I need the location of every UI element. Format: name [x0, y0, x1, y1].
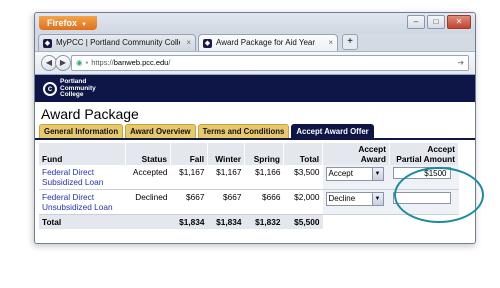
browser-window: Firefox ▼ – □ ✕ ◆ MyPCC | Portland Commun… — [34, 12, 476, 244]
total-blank-award — [322, 214, 390, 229]
page-title: Award Package — [41, 106, 139, 122]
tab-label: MyPCC | Portland Community College — [56, 38, 181, 47]
header-winter: Winter — [207, 143, 245, 165]
partial-amount-input-unsubsidized[interactable] — [392, 192, 451, 204]
award-select-subsidized[interactable]: Accept ▼ — [325, 167, 384, 181]
header-fund: Fund — [39, 143, 126, 165]
total-cell: $3,500 — [283, 165, 323, 190]
tab-accept-award-offer[interactable]: Accept Award Offer — [291, 124, 374, 138]
firefox-menu-label: Firefox — [47, 18, 78, 28]
window-controls: – □ ✕ — [407, 15, 471, 29]
header-total: Total — [283, 143, 323, 165]
url-bar[interactable]: ◉ ▪ https://banweb.pcc.edu/ ➔ — [71, 55, 469, 71]
chevron-down-icon: ▼ — [371, 193, 383, 205]
fund-line2: Unsubsidized Loan — [42, 202, 113, 212]
table-total-row: Total $1,834 $1,834 $1,832 $5,500 — [39, 214, 459, 229]
tab-award-overview[interactable]: Award Overview — [125, 124, 196, 138]
globe-icon: ◉ — [76, 58, 83, 67]
logo-text: Portland Community College — [60, 78, 96, 99]
total-winter: $1,834 — [207, 214, 245, 229]
header-fall: Fall — [170, 143, 208, 165]
tab-label: Award Package for Aid Year — [216, 38, 316, 47]
fund-line1: Federal Direct — [42, 167, 95, 177]
total-cell: $2,000 — [283, 189, 323, 215]
award-select-value: Decline — [328, 194, 356, 203]
header-status: Status — [125, 143, 171, 165]
page-content: c Portland Community College Award Packa… — [35, 75, 475, 243]
header-accept-partial-line1: Accept — [427, 144, 455, 154]
partial-amount-cell — [389, 189, 459, 215]
total-fall: $1,834 — [170, 214, 208, 229]
award-select-cell: Decline ▼ — [322, 189, 390, 215]
total-spring: $1,832 — [244, 214, 284, 229]
site-banner: c Portland Community College — [35, 75, 475, 102]
logo-line-3: College — [60, 91, 84, 98]
navigation-bar: ◀ ▶ ◉ ▪ https://banweb.pcc.edu/ ➔ — [35, 51, 475, 75]
total-label: Total — [39, 214, 126, 229]
partial-amount-cell: $1500 — [389, 165, 459, 190]
spring-cell: $1,166 — [244, 165, 284, 190]
chevron-down-icon: ▼ — [81, 22, 87, 28]
fund-link-subsidized[interactable]: Federal Direct Subsidized Loan — [39, 165, 126, 190]
award-select-cell: Accept ▼ — [322, 165, 390, 190]
pcc-logo-icon: c — [43, 81, 57, 96]
fund-line2: Subsidized Loan — [42, 177, 104, 187]
header-accept-award-line2: Award — [360, 154, 386, 164]
award-select-value: Accept — [328, 169, 353, 178]
header-accept-partial-line2: Partial Amount — [396, 154, 455, 164]
pcc-favicon-icon: ◆ — [43, 38, 52, 48]
winter-cell: $1,167 — [207, 165, 245, 190]
total-total: $5,500 — [283, 214, 323, 229]
maximize-icon[interactable]: □ — [427, 15, 445, 29]
status-cell: Accepted — [125, 165, 171, 190]
table-row: Federal Direct Subsidized Loan Accepted $… — [39, 165, 459, 190]
go-arrow-icon[interactable]: ➔ — [458, 56, 464, 70]
tab-strip: ◆ MyPCC | Portland Community College × ◆… — [35, 33, 475, 51]
tab-terms-and-conditions[interactable]: Terms and Conditions — [197, 124, 290, 138]
award-table: Fund Status Fall Winter Spring Total Acc… — [39, 143, 459, 229]
fall-cell: $667 — [170, 189, 208, 215]
total-blank-partial — [389, 214, 459, 229]
tab-general-information[interactable]: General Information — [39, 124, 124, 138]
new-tab-button[interactable]: + — [342, 34, 358, 50]
table-header-row: Fund Status Fall Winter Spring Total Acc… — [39, 143, 459, 165]
url-prefix: https:// — [91, 58, 114, 67]
award-select-unsubsidized[interactable]: Decline ▼ — [325, 192, 384, 206]
minimize-icon[interactable]: – — [407, 15, 425, 29]
tab-mypcc[interactable]: ◆ MyPCC | Portland Community College × — [38, 34, 196, 51]
total-status-blank — [125, 214, 171, 229]
pcc-favicon-icon: ◆ — [203, 38, 212, 48]
tab-award-package[interactable]: ◆ Award Package for Aid Year × — [198, 34, 338, 51]
header-accept-award: Accept Award — [322, 143, 390, 165]
partial-amount-input-subsidized[interactable]: $1500 — [392, 167, 451, 179]
header-accept-partial: Accept Partial Amount — [389, 143, 459, 165]
title-bar: Firefox ▼ – □ ✕ — [35, 13, 475, 33]
fund-line1: Federal Direct — [42, 192, 95, 202]
lock-icon: ▪ — [85, 58, 89, 67]
fall-cell: $1,167 — [170, 165, 208, 190]
tab-close-icon[interactable]: × — [186, 35, 191, 51]
header-spring: Spring — [244, 143, 284, 165]
winter-cell: $667 — [207, 189, 245, 215]
close-icon[interactable]: ✕ — [447, 15, 471, 29]
forward-icon[interactable]: ▶ — [55, 55, 71, 71]
status-cell: Declined — [125, 189, 171, 215]
award-tabs: General Information Award Overview Terms… — [35, 123, 475, 140]
fund-link-unsubsidized[interactable]: Federal Direct Unsubsidized Loan — [39, 189, 126, 215]
chevron-down-icon: ▼ — [371, 168, 383, 180]
header-accept-award-line1: Accept — [358, 144, 386, 154]
tab-close-icon[interactable]: × — [328, 35, 333, 51]
spring-cell: $666 — [244, 189, 284, 215]
pcc-logo[interactable]: c Portland Community College — [43, 78, 96, 99]
firefox-menu-button[interactable]: Firefox ▼ — [39, 16, 97, 30]
table-row: Federal Direct Unsubsidized Loan Declined… — [39, 189, 459, 215]
url-domain: banweb.pcc.edu — [113, 58, 169, 67]
url-suffix: / — [168, 58, 171, 67]
